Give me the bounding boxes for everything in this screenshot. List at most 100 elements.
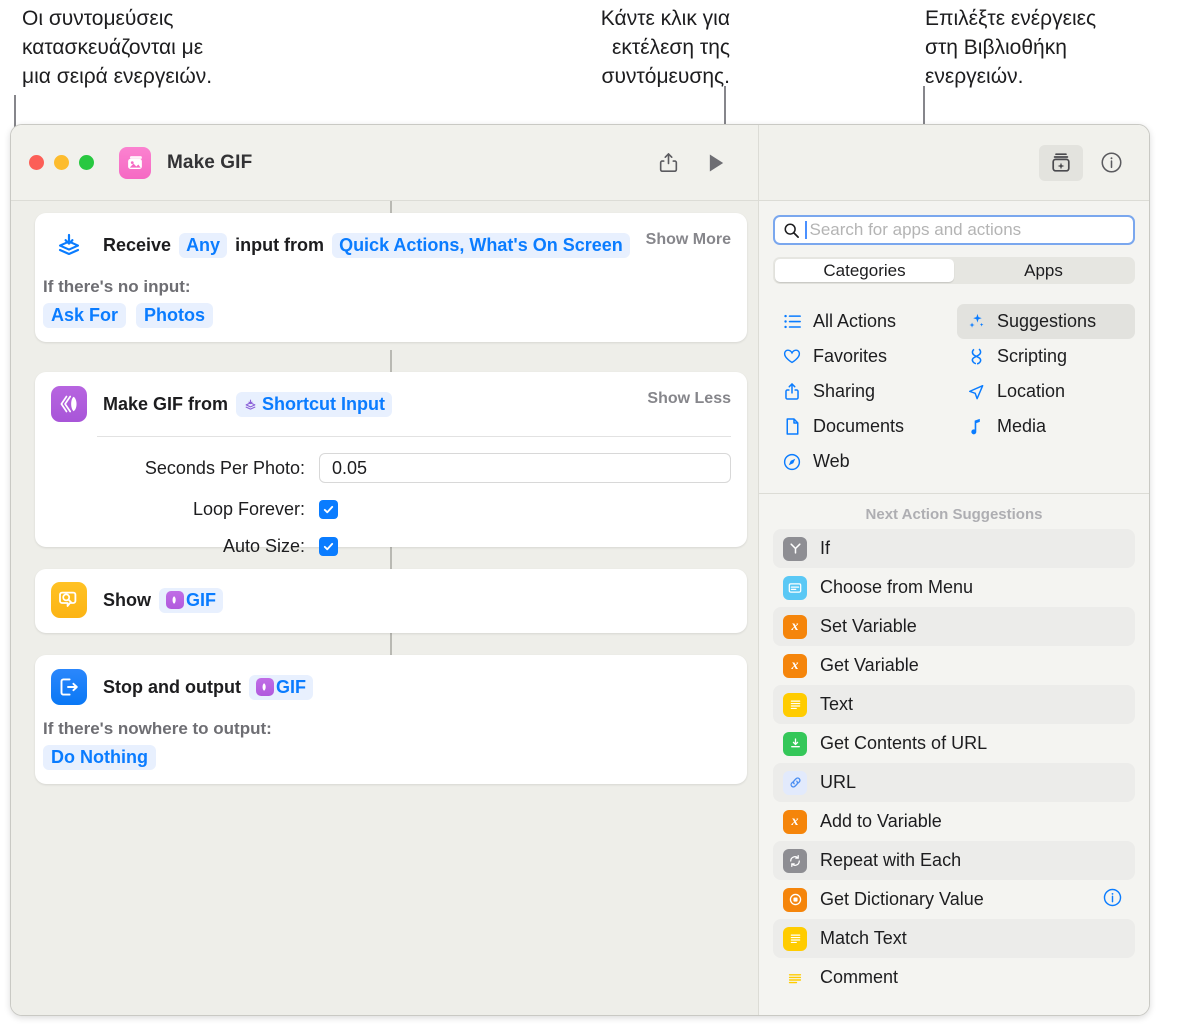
sidebar-item-location[interactable]: Location — [957, 374, 1135, 409]
chip-ask-for[interactable]: Ask For — [43, 303, 127, 328]
chip-do-nothing[interactable]: Do Nothing — [43, 745, 156, 770]
search-section: Search for apps and actions — [759, 201, 1149, 245]
download-url-icon — [783, 731, 807, 756]
no-input-label: If there's no input: — [43, 277, 191, 296]
toolbar-right-section — [759, 125, 1149, 200]
sidebar-item-all-actions[interactable]: All Actions — [773, 304, 951, 339]
sidebar-item-sharing[interactable]: Sharing — [773, 374, 951, 409]
list-item-label: Comment — [820, 967, 899, 987]
seconds-per-photo-input[interactable]: 0.05 — [319, 453, 731, 483]
list-item[interactable]: x Set Variable — [773, 607, 1135, 646]
action-token-gif[interactable]: GIF — [159, 587, 223, 613]
share-button[interactable] — [648, 146, 688, 180]
text-icon — [783, 692, 807, 717]
text-caret — [805, 221, 807, 239]
action-card-make-gif[interactable]: Make GIF from Shortcut Input Show Less S… — [35, 372, 747, 556]
sidebar-item-label: Location — [997, 381, 1066, 401]
list-item[interactable]: Comment — [773, 958, 1135, 997]
traffic-lights[interactable] — [29, 155, 94, 170]
comment-icon — [783, 966, 807, 990]
action-token-sources[interactable]: Quick Actions, What's On Screen — [332, 232, 630, 258]
action-card-show[interactable]: Show GIF — [35, 569, 747, 633]
minimize-button[interactable] — [54, 155, 69, 170]
sidebar-item-web[interactable]: Web — [773, 444, 951, 479]
connector-line-3 — [390, 633, 392, 655]
sidebar-item-label: Sharing — [813, 381, 876, 401]
list-item[interactable]: Choose from Menu — [773, 568, 1135, 607]
list-item-label: Get Dictionary Value — [820, 889, 984, 909]
list-item-label: Repeat with Each — [820, 850, 962, 870]
sidebar-item-label: Media — [997, 416, 1047, 436]
segmented-control[interactable]: Categories Apps — [773, 257, 1135, 284]
info-icon[interactable] — [1102, 887, 1123, 913]
connector-line-1 — [390, 350, 392, 372]
sidebar-item-suggestions[interactable]: Suggestions — [957, 304, 1135, 339]
list-item[interactable]: If — [773, 529, 1135, 568]
info-button[interactable] — [1091, 146, 1131, 180]
tab-categories[interactable]: Categories — [775, 259, 954, 282]
list-item[interactable]: Get Dictionary Value — [773, 880, 1135, 919]
sidebar-item-label: Scripting — [997, 346, 1068, 366]
list-item[interactable]: URL — [773, 763, 1135, 802]
tab-apps[interactable]: Apps — [954, 259, 1133, 282]
list-item[interactable]: x Get Variable — [773, 646, 1135, 685]
link-icon — [783, 770, 807, 795]
action-token-gif[interactable]: GIF — [248, 674, 313, 700]
auto-size-checkbox[interactable] — [319, 537, 338, 556]
window-toolbar: Make GIF — [11, 125, 1149, 201]
sidebar-item-favorites[interactable]: Favorites — [773, 339, 951, 374]
music-note-icon — [966, 417, 986, 436]
checkmark-icon — [323, 542, 334, 551]
chip-photos[interactable]: Photos — [136, 303, 214, 328]
dictionary-icon — [783, 887, 807, 912]
list-item-label: Get Contents of URL — [820, 733, 988, 753]
show-more-toggle[interactable]: Show More — [646, 231, 731, 249]
segmented-control-section: Categories Apps — [759, 245, 1149, 298]
repeat-icon — [783, 848, 807, 873]
if-icon — [783, 536, 807, 561]
list-item-label: Get Variable — [820, 655, 919, 675]
make-gif-icon — [51, 386, 87, 422]
run-button[interactable] — [696, 146, 736, 180]
action-inline-text: input from — [235, 234, 325, 255]
action-token-any[interactable]: Any — [179, 232, 228, 258]
variable-icon: x — [783, 809, 807, 834]
search-input[interactable]: Search for apps and actions — [773, 215, 1135, 245]
action-token-shortcut-input[interactable]: Shortcut Input — [236, 391, 393, 417]
callout-text-library: Επιλέξτε ενέργειες στη Βιβλιοθήκη ενεργε… — [925, 7, 1097, 88]
action-card-receive[interactable]: Receive Any input from Quick Actions, Wh… — [35, 213, 747, 342]
list-item-label: Text — [820, 694, 854, 714]
scripting-icon — [966, 347, 986, 366]
param-label: Loop Forever: — [192, 499, 305, 519]
grid-filler — [957, 444, 1135, 479]
action-library-button[interactable] — [1039, 144, 1083, 181]
location-icon — [966, 383, 986, 401]
zoom-button[interactable] — [79, 155, 94, 170]
callout-text-shortcuts: Οι συντομεύσεις κατασκευάζονται με μια σ… — [22, 7, 213, 88]
sidebar-item-media[interactable]: Media — [957, 409, 1135, 444]
action-card-stop-output[interactable]: Stop and output GIF If there's nowhere t… — [35, 655, 747, 784]
variable-icon: x — [783, 653, 807, 678]
no-input-chips: Ask For Photos — [43, 303, 731, 342]
list-item[interactable]: Match Text — [773, 919, 1135, 958]
search-placeholder: Search for apps and actions — [809, 220, 1022, 239]
toolbar-left-section: Make GIF — [11, 125, 759, 200]
action-header: Receive Any input from Quick Actions, Wh… — [35, 213, 747, 275]
list-item[interactable]: x Add to Variable — [773, 802, 1135, 841]
list-item[interactable]: Get Contents of URL — [773, 724, 1135, 763]
search-icon — [784, 223, 799, 238]
show-less-toggle[interactable]: Show Less — [647, 390, 731, 408]
loop-forever-checkbox[interactable] — [319, 500, 338, 519]
sidebar-item-label: Web — [813, 451, 850, 471]
receive-input-icon — [51, 227, 87, 263]
close-button[interactable] — [29, 155, 44, 170]
list-item[interactable]: Repeat with Each — [773, 841, 1135, 880]
card-divider — [97, 436, 731, 437]
sidebar-item-documents[interactable]: Documents — [773, 409, 951, 444]
list-item[interactable]: Text — [773, 685, 1135, 724]
list-item-label: Add to Variable — [820, 811, 942, 831]
connector-line-0 — [390, 201, 392, 213]
action-header: Show GIF — [35, 569, 747, 630]
action-title: Receive — [103, 234, 172, 255]
sidebar-item-scripting[interactable]: Scripting — [957, 339, 1135, 374]
